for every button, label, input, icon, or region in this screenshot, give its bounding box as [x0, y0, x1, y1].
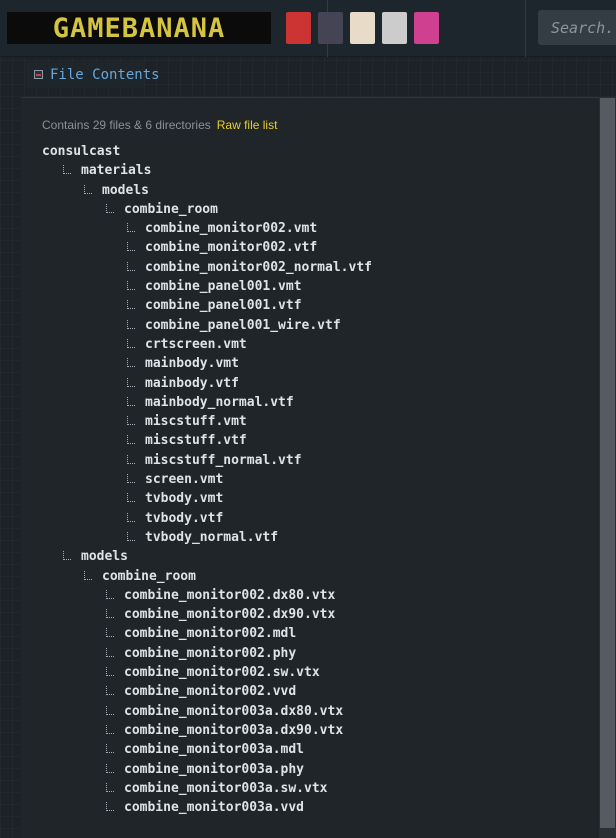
search-input[interactable]: Search...: [538, 10, 616, 45]
tree-connector-icon: [84, 570, 92, 580]
tree-connector-icon: [106, 802, 114, 812]
item-name: miscstuff_normal.vtf: [145, 452, 302, 468]
tree-connector-icon: [106, 705, 114, 715]
item-name: mainbody_normal.vtf: [145, 394, 294, 410]
tree-connector-icon: [106, 667, 114, 677]
item-name: tvbody.vmt: [145, 491, 224, 507]
tree-connector-icon: [127, 493, 135, 503]
gamebanana-logo[interactable]: GAMEBANANA: [7, 12, 271, 44]
item-name: materials: [81, 163, 152, 179]
top-bar: GAMEBANANA Search...: [0, 0, 616, 57]
item-name: combine_monitor003a.vvd: [124, 800, 305, 816]
item-name: combine_panel001_wire.vtf: [145, 317, 341, 333]
divider: [525, 0, 526, 57]
fnf-avatar[interactable]: [286, 12, 311, 44]
tree-connector-icon: [127, 223, 135, 233]
tree-connector-icon: [127, 281, 135, 291]
item-name: models: [102, 182, 149, 198]
tree-connector-icon: [106, 647, 114, 657]
tree-connector-icon: [127, 396, 135, 406]
tree-connector-icon: [106, 724, 114, 734]
item-name: combine_monitor002.dx90.vtx: [124, 607, 336, 623]
item-name: combine_monitor003a.sw.vtx: [124, 780, 328, 796]
file-summary: Contains 29 files & 6 directories Raw fil…: [42, 118, 277, 132]
tree-connector-icon: [127, 531, 135, 541]
tree-connector-icon: [127, 300, 135, 310]
tree-connector-icon: [127, 474, 135, 484]
item-name: combine_room: [102, 568, 196, 584]
tree-connector-icon: [127, 435, 135, 445]
item-name: mainbody.vtf: [145, 375, 239, 391]
tree-connector-icon: [106, 628, 114, 638]
tree-connector-icon: [127, 416, 135, 426]
item-name: tvbody_normal.vtf: [145, 529, 279, 545]
item-name: combine_room: [124, 201, 218, 217]
dark-hair-avatar[interactable]: [318, 12, 343, 44]
item-name: combine_monitor003a.mdl: [124, 742, 305, 758]
tree-connector-icon: [84, 184, 92, 194]
tree-connector-icon: [106, 203, 114, 213]
raw-file-list-link[interactable]: Raw file list: [217, 118, 278, 132]
summary-text: Contains 29 files & 6 directories: [42, 118, 211, 132]
item-name: combine_monitor002.vmt: [145, 221, 318, 237]
item-name: tvbody.vtf: [145, 510, 224, 526]
item-name: combine_monitor002.dx80.vtx: [124, 587, 336, 603]
tree-connector-icon: [106, 782, 114, 792]
blonde-avatar[interactable]: [350, 12, 375, 44]
featured-avatars: [286, 12, 439, 44]
item-name: mainbody.vmt: [145, 356, 239, 372]
tree-connector-icon: [63, 551, 71, 561]
collapse-icon[interactable]: [34, 70, 43, 79]
item-name: crtscreen.vmt: [145, 336, 247, 352]
tree-connector-icon: [127, 358, 135, 368]
tree-connector-icon: [106, 609, 114, 619]
tree-connector-icon: [127, 261, 135, 271]
tree-connector-icon: [63, 165, 71, 175]
item-name: combine_monitor002.vvd: [124, 684, 297, 700]
item-name: combine_monitor002_normal.vtf: [145, 259, 372, 275]
scrollbar-thumb[interactable]: [600, 98, 615, 828]
tree-connector-icon: [127, 512, 135, 522]
item-name: combine_monitor002.mdl: [124, 626, 297, 642]
tree-connector-icon: [127, 242, 135, 252]
item-name: miscstuff.vtf: [145, 433, 247, 449]
item-name: consulcast: [42, 144, 121, 159]
tree-connector-icon: [106, 763, 114, 773]
section-title[interactable]: File Contents: [50, 67, 160, 83]
item-name: combine_panel001.vmt: [145, 279, 302, 295]
tree-connector-icon: [106, 589, 114, 599]
item-name: combine_monitor003a.dx80.vtx: [124, 703, 344, 719]
item-name: screen.vmt: [145, 472, 224, 488]
item-name: combine_monitor003a.dx90.vtx: [124, 722, 344, 738]
white-hair-avatar[interactable]: [382, 12, 407, 44]
tree-connector-icon: [127, 377, 135, 387]
item-name: miscstuff.vmt: [145, 414, 247, 430]
tree-connector-icon: [127, 338, 135, 348]
tree-connector-icon: [127, 319, 135, 329]
tree-connector-icon: [106, 744, 114, 754]
item-name: combine_monitor003a.phy: [124, 761, 305, 777]
item-name: combine_monitor002.sw.vtx: [124, 665, 320, 681]
item-name: models: [81, 549, 128, 565]
item-name: combine_monitor002.vtf: [145, 240, 318, 256]
item-name: combine_panel001.vtf: [145, 298, 302, 314]
tree-connector-icon: [106, 686, 114, 696]
infinity-logo-avatar[interactable]: [414, 12, 439, 44]
tree-connector-icon: [127, 454, 135, 464]
item-name: combine_monitor002.phy: [124, 645, 297, 661]
